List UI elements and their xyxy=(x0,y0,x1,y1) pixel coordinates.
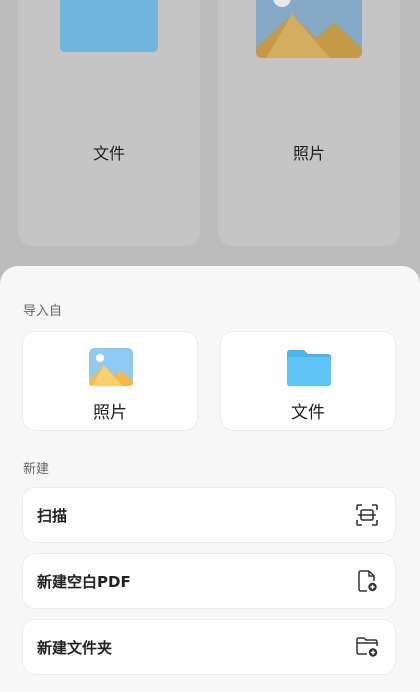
bg-files-card: 文件 xyxy=(18,0,200,246)
scan-label: 扫描 xyxy=(37,507,68,525)
bg-photos-label: 照片 xyxy=(292,144,325,163)
folder-icon xyxy=(287,350,331,386)
new-folder-label: 新建文件夹 xyxy=(37,639,113,657)
scan-icon xyxy=(356,504,378,526)
new-blank-pdf-row[interactable]: 新建空白PDF xyxy=(23,554,395,608)
folder-icon xyxy=(60,0,158,52)
bg-files-label: 文件 xyxy=(92,144,125,163)
import-files-label: 文件 xyxy=(291,403,325,423)
photo-icon xyxy=(89,348,133,386)
import-section-title: 导入自 xyxy=(23,304,63,319)
import-files-card[interactable]: 文件 xyxy=(221,332,395,430)
bottom-sheet: 导入自 照片 文件 新建 扫描 新建空白PDF 新建文件夹 xyxy=(0,266,420,692)
new-section-title: 新建 xyxy=(23,462,50,477)
new-blank-pdf-label: 新建空白PDF xyxy=(37,573,131,591)
import-photos-card[interactable]: 照片 xyxy=(23,332,197,430)
import-photos-label: 照片 xyxy=(93,403,127,423)
photo-icon xyxy=(256,0,362,58)
new-folder-row[interactable]: 新建文件夹 xyxy=(23,620,395,674)
scan-row[interactable]: 扫描 xyxy=(23,488,395,542)
new-folder-icon xyxy=(356,637,378,657)
bg-photos-card: 照片 xyxy=(218,0,400,246)
new-file-icon xyxy=(358,570,377,592)
